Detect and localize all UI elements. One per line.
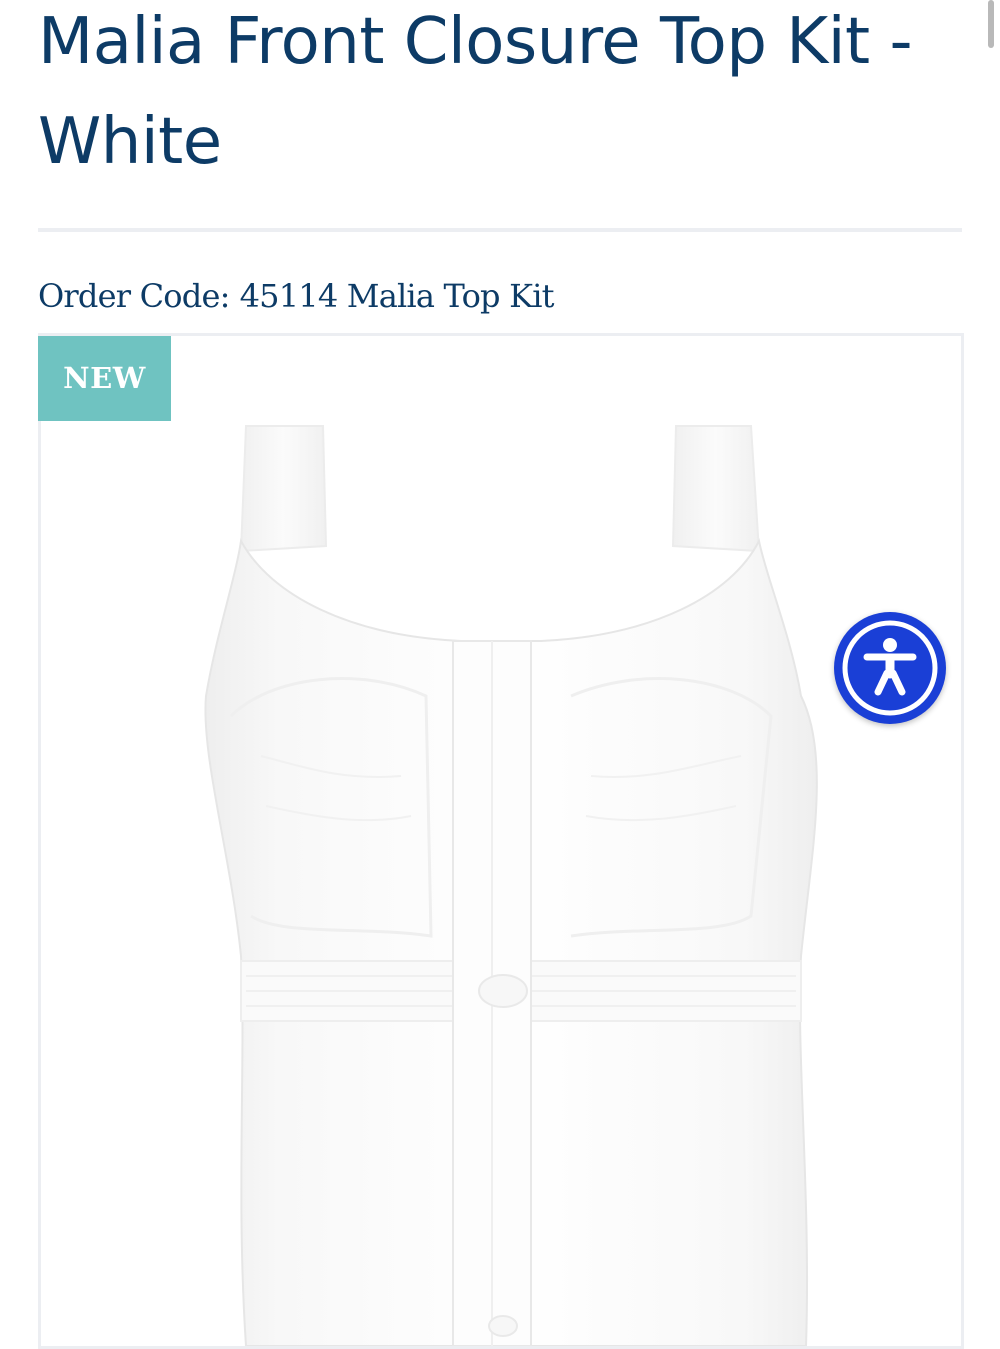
product-image-frame[interactable] bbox=[38, 333, 964, 1349]
order-code-label: Order Code: bbox=[38, 277, 230, 315]
page-scrollbar[interactable] bbox=[988, 0, 994, 48]
title-divider bbox=[38, 228, 962, 232]
product-image[interactable] bbox=[41, 336, 961, 1346]
product-title: Malia Front Closure Top Kit - White bbox=[38, 5, 913, 179]
accessibility-person-icon bbox=[842, 620, 938, 716]
order-code-value: 45114 Malia Top Kit bbox=[239, 277, 555, 315]
new-badge: NEW bbox=[38, 336, 171, 421]
accessibility-button[interactable] bbox=[834, 612, 946, 724]
order-code: Order Code: 45114 Malia Top Kit bbox=[38, 274, 555, 318]
